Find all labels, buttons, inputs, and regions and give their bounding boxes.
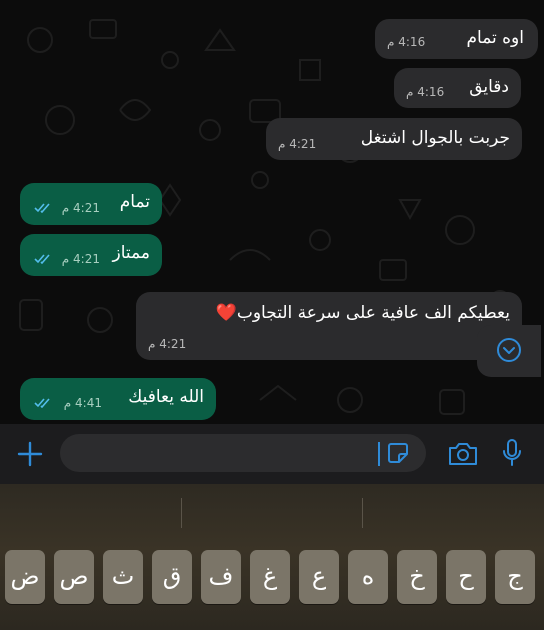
message-text: تمام: [119, 192, 150, 212]
message-text-body: يعطيكم الف عافية على سرعة التجاوب: [236, 303, 510, 323]
camera-icon[interactable]: [447, 440, 479, 468]
sticker-icon[interactable]: [386, 441, 410, 465]
suggestion-divider: [181, 498, 182, 528]
message-input-bar: [0, 424, 544, 484]
message-bubble-incoming[interactable]: اوه تمام 4:16 م: [375, 19, 538, 59]
keyboard: ض ص ث ق ف غ ع ه خ ح ج: [0, 484, 544, 630]
double-check-icon: [34, 254, 50, 264]
suggestion-divider: [362, 498, 363, 528]
chat-area[interactable]: اوه تمام 4:16 م دقايق 4:16 م جربت بالجوا…: [0, 0, 544, 424]
message-bubble-incoming[interactable]: يعطيكم الف عافية على سرعة التجاوب❤️ 4:21…: [136, 292, 522, 360]
heart-emoji: ❤️: [215, 303, 237, 323]
chevron-down-icon: [497, 338, 521, 362]
plus-icon[interactable]: [16, 440, 44, 468]
double-check-icon: [34, 398, 50, 408]
message-input[interactable]: [60, 434, 426, 472]
message-text: يعطيكم الف عافية على سرعة التجاوب❤️: [216, 303, 510, 323]
message-bubble-incoming[interactable]: دقايق 4:16 م: [394, 68, 521, 108]
message-time: 4:21 م: [61, 252, 100, 266]
key[interactable]: ح: [446, 550, 486, 604]
key[interactable]: ض: [5, 550, 45, 604]
message-text: جربت بالجوال اشتغل: [360, 128, 510, 148]
key[interactable]: خ: [397, 550, 437, 604]
key[interactable]: ف: [201, 550, 241, 604]
message-bubble-outgoing[interactable]: ممتاز 4:21 م: [20, 234, 162, 276]
key[interactable]: ق: [152, 550, 192, 604]
message-time: 4:21 م: [148, 337, 187, 351]
text-cursor: [378, 442, 380, 466]
key[interactable]: ع: [299, 550, 339, 604]
key[interactable]: ج: [495, 550, 535, 604]
message-time: 4:16 م: [406, 85, 445, 99]
message-time: 4:21 م: [278, 137, 317, 151]
message-text: الله يعافيك: [128, 387, 204, 407]
message-text: دقايق: [469, 77, 509, 97]
key[interactable]: غ: [250, 550, 290, 604]
message-bubble-outgoing[interactable]: الله يعافيك 4:41 م: [20, 378, 216, 420]
message-text: ممتاز: [112, 243, 150, 263]
message-bubble-outgoing[interactable]: تمام 4:21 م: [20, 183, 162, 225]
message-time: 4:16 م: [387, 35, 426, 49]
key[interactable]: ث: [103, 550, 143, 604]
message-time: 4:41 م: [63, 396, 102, 410]
key[interactable]: ه: [348, 550, 388, 604]
message-time: 4:21 م: [61, 201, 100, 215]
scroll-to-bottom-button[interactable]: [477, 325, 541, 377]
double-check-icon: [34, 203, 50, 213]
microphone-icon[interactable]: [500, 437, 524, 469]
message-text: اوه تمام: [466, 28, 524, 48]
message-bubble-incoming[interactable]: جربت بالجوال اشتغل 4:21 م: [266, 118, 522, 160]
key[interactable]: ص: [54, 550, 94, 604]
